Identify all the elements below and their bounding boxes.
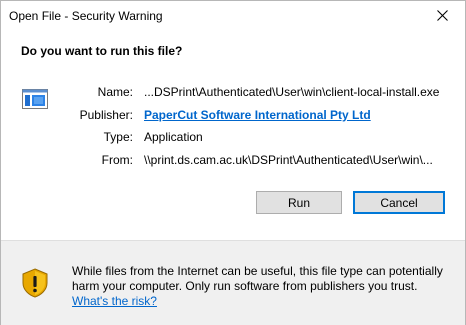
publisher-link[interactable]: PaperCut Software International Pty Ltd	[144, 108, 371, 122]
shield-warning-icon	[22, 268, 48, 298]
publisher-label: Publisher:	[79, 108, 133, 122]
close-icon	[436, 10, 448, 21]
from-label: From:	[101, 153, 133, 167]
run-button[interactable]: Run	[256, 191, 342, 214]
whats-the-risk-link[interactable]: What's the risk?	[72, 294, 157, 308]
window-title: Open File - Security Warning	[9, 9, 163, 23]
from-value: \\print.ds.cam.ac.uk\DSPrint\Authenticat…	[144, 153, 433, 167]
dialog-heading: Do you want to run this file?	[21, 44, 183, 58]
warning-panel: While files from the Internet can be use…	[1, 240, 465, 325]
cancel-button[interactable]: Cancel	[353, 191, 445, 214]
close-button[interactable]	[419, 1, 465, 30]
type-value: Application	[144, 130, 203, 144]
name-value: ...DSPrint\Authenticated\User\win\client…	[144, 85, 440, 99]
security-warning-dialog: Open File - Security Warning Do you want…	[0, 0, 466, 325]
warning-message: While files from the Internet can be use…	[72, 264, 443, 293]
name-label: Name:	[97, 85, 133, 99]
title-bar: Open File - Security Warning	[1, 1, 465, 31]
type-label: Type:	[103, 130, 133, 144]
